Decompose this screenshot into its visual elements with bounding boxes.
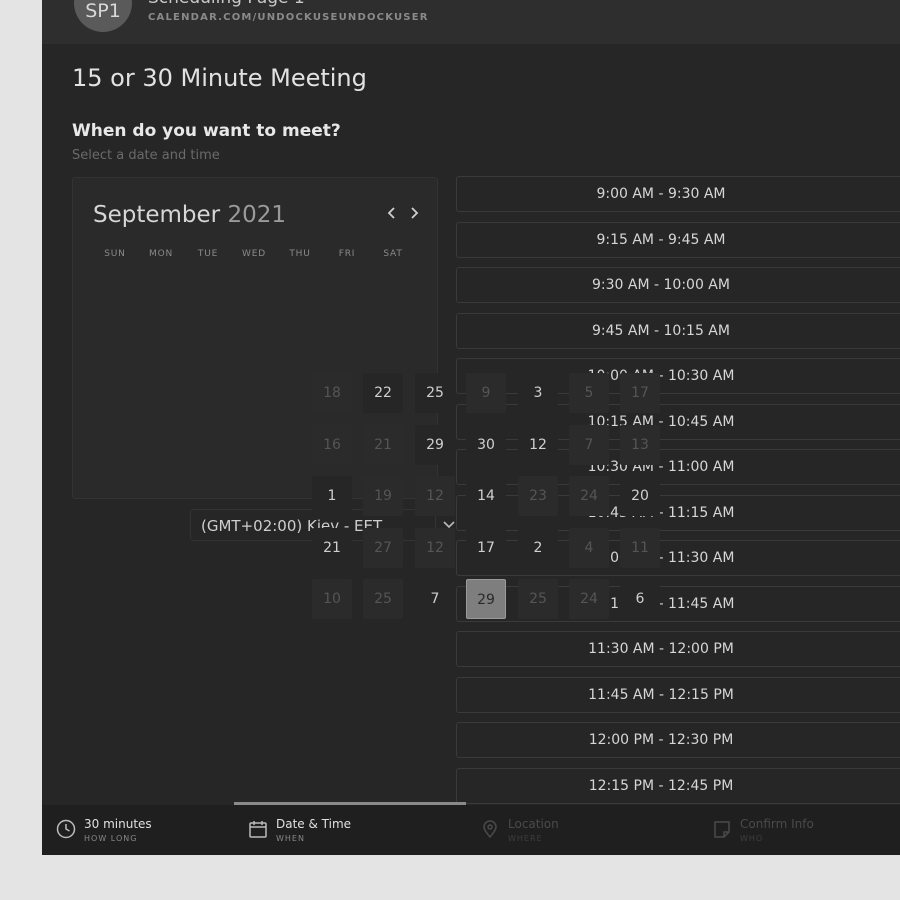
calendar-day[interactable]: 25 bbox=[363, 579, 403, 619]
calendar-day[interactable]: 13 bbox=[620, 425, 660, 465]
step-label: Date & Time bbox=[276, 817, 352, 831]
year-label: 2021 bbox=[227, 202, 286, 228]
calendar-day[interactable]: 2 bbox=[518, 528, 558, 568]
time-slot[interactable]: 12:15 PM - 12:45 PM bbox=[456, 768, 900, 804]
calendar-day[interactable]: 17 bbox=[466, 528, 506, 568]
calendar-day[interactable]: 29 bbox=[415, 425, 455, 465]
calendar-day[interactable]: 12 bbox=[415, 476, 455, 516]
calendar-day[interactable]: 24 bbox=[569, 476, 609, 516]
time-slot[interactable]: 11:30 AM - 12:00 PM bbox=[456, 631, 900, 667]
time-slot[interactable]: 9:15 AM - 9:45 AM bbox=[456, 222, 900, 258]
weekday-tue: TUE bbox=[197, 249, 219, 259]
calendar-day[interactable]: 23 bbox=[518, 476, 558, 516]
calendar-day[interactable]: 20 bbox=[620, 476, 660, 516]
calendar-day[interactable]: 18 bbox=[312, 373, 352, 413]
clock-icon bbox=[56, 819, 76, 839]
chevron-right-icon bbox=[411, 207, 419, 219]
calendar-day[interactable]: 1 bbox=[312, 476, 352, 516]
calendar-day[interactable]: 17 bbox=[620, 373, 660, 413]
calendar-day[interactable]: 30 bbox=[466, 425, 506, 465]
calendar-day[interactable]: 6 bbox=[620, 579, 660, 619]
step-label: Confirm Info bbox=[740, 817, 814, 831]
scheduling-window: SP1 Scheduling Page 1 CALENDAR.COM/UNDOC… bbox=[42, 0, 900, 855]
meeting-title: 15 or 30 Minute Meeting bbox=[72, 64, 367, 92]
calendar-day[interactable]: 12 bbox=[415, 528, 455, 568]
calendar-day[interactable]: 19 bbox=[363, 476, 403, 516]
page-name: Scheduling Page 1 bbox=[148, 0, 305, 8]
calendar-day[interactable]: 16 bbox=[312, 425, 352, 465]
time-slot[interactable]: 9:30 AM - 10:00 AM bbox=[456, 267, 900, 303]
calendar-day[interactable]: 21 bbox=[312, 528, 352, 568]
time-slot[interactable]: 9:45 AM - 10:15 AM bbox=[456, 313, 900, 349]
calendar-day[interactable]: 22 bbox=[363, 373, 403, 413]
step-footer: 30 minutes HOW LONG Date & Time WHEN Loc… bbox=[42, 802, 900, 855]
month-year-label: September 2021 bbox=[93, 202, 286, 228]
header-bar: SP1 Scheduling Page 1 CALENDAR.COM/UNDOC… bbox=[42, 0, 900, 44]
time-slot[interactable]: 11:45 AM - 12:15 PM bbox=[456, 677, 900, 713]
step-sublabel: WHO bbox=[740, 834, 764, 843]
month-label: September bbox=[93, 202, 221, 228]
calendar-day[interactable]: 24 bbox=[569, 579, 609, 619]
weekday-sun: SUN bbox=[104, 249, 126, 259]
section-subtitle: Select a date and time bbox=[72, 148, 220, 163]
weekday-wed: WED bbox=[242, 249, 266, 259]
active-step-indicator bbox=[234, 802, 466, 805]
weekday-thu: THU bbox=[289, 249, 311, 259]
calendar-day[interactable]: 27 bbox=[363, 528, 403, 568]
page-url[interactable]: CALENDAR.COM/UNDOCKUSEUNDOCKUSER bbox=[148, 12, 429, 23]
calendar-day-selected[interactable]: 29 bbox=[466, 579, 506, 619]
calendar-day[interactable]: 4 bbox=[569, 528, 609, 568]
calendar-day[interactable]: 5 bbox=[569, 373, 609, 413]
calendar-day[interactable]: 14 bbox=[466, 476, 506, 516]
weekday-fri: FRI bbox=[338, 249, 356, 259]
note-icon bbox=[714, 821, 730, 838]
section-heading: When do you want to meet? bbox=[72, 121, 341, 141]
calendar-day[interactable]: 21 bbox=[363, 425, 403, 465]
weekday-sat: SAT bbox=[383, 249, 403, 259]
step-sublabel: WHEN bbox=[276, 834, 305, 843]
prev-month-button[interactable] bbox=[387, 204, 397, 225]
step-label: Location bbox=[508, 817, 559, 831]
calendar-day[interactable]: 25 bbox=[518, 579, 558, 619]
next-month-button[interactable] bbox=[409, 204, 419, 225]
calendar-day[interactable]: 25 bbox=[415, 373, 455, 413]
step-sublabel: WHERE bbox=[508, 834, 543, 843]
calendar-day-grid: 18 22 25 9 3 5 17 16 21 29 30 12 7 13 1 … bbox=[312, 373, 662, 621]
chevron-left-icon bbox=[387, 207, 395, 219]
time-slot[interactable]: 9:00 AM - 9:30 AM bbox=[456, 176, 900, 212]
weekday-mon: MON bbox=[149, 249, 173, 259]
calendar-icon bbox=[249, 821, 267, 838]
calendar-day[interactable]: 7 bbox=[415, 579, 455, 619]
calendar-day[interactable]: 10 bbox=[312, 579, 352, 619]
calendar-day[interactable]: 9 bbox=[466, 373, 506, 413]
calendar-day[interactable]: 7 bbox=[569, 425, 609, 465]
time-slot[interactable]: 12:00 PM - 12:30 PM bbox=[456, 722, 900, 758]
avatar: SP1 bbox=[74, 0, 132, 32]
step-label: 30 minutes bbox=[84, 817, 152, 831]
calendar-day[interactable]: 12 bbox=[518, 425, 558, 465]
calendar-day[interactable]: 3 bbox=[518, 373, 558, 413]
calendar-day[interactable]: 11 bbox=[620, 528, 660, 568]
step-sublabel: HOW LONG bbox=[84, 834, 138, 843]
location-pin-icon bbox=[483, 820, 497, 839]
